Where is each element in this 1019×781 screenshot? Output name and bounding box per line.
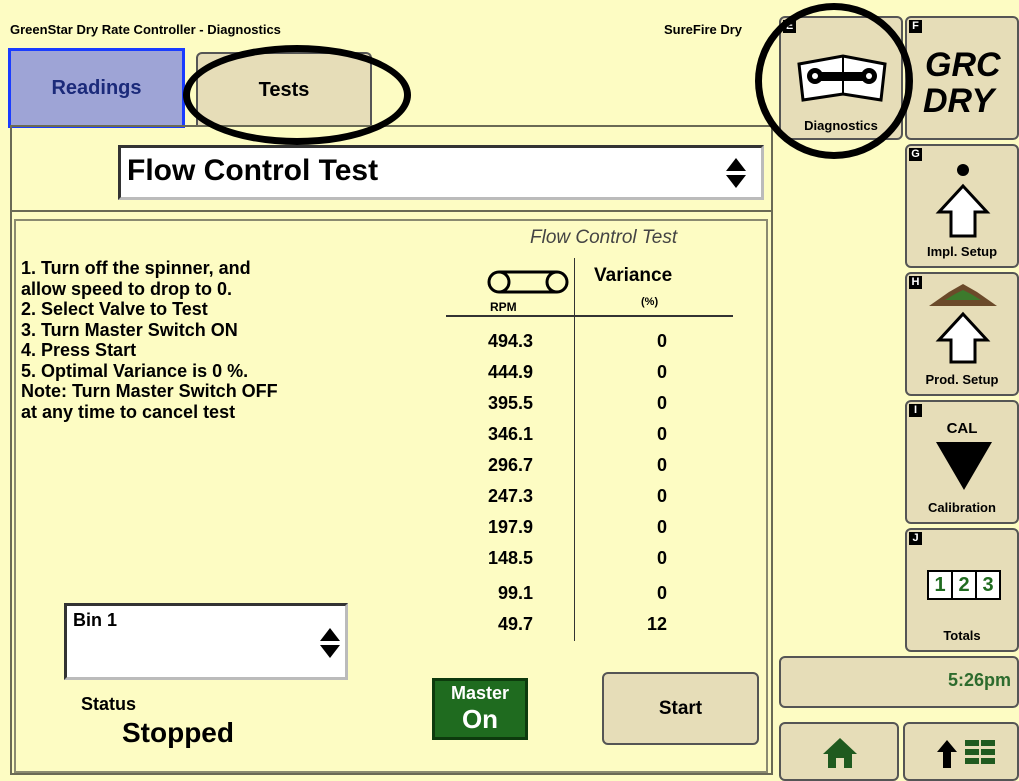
- product-pile-arrow-icon: [929, 284, 997, 364]
- rpm-cell: 247.3: [488, 486, 534, 506]
- tab-readings[interactable]: Readings: [8, 48, 185, 128]
- bin-select-dropdown[interactable]: Bin 1: [64, 603, 348, 680]
- softkey-letter: I: [909, 404, 922, 417]
- clock-display: 5:26pm: [779, 656, 1019, 708]
- rpm-header: RPM: [490, 300, 517, 314]
- softkey-calibration[interactable]: I CAL Calibration: [905, 400, 1019, 524]
- menu-up-icon: [937, 740, 995, 768]
- rpm-cell: 444.9: [488, 362, 534, 382]
- variance-cell: 0: [657, 393, 668, 413]
- instruction-line: Note: Turn Master Switch OFF: [21, 381, 278, 401]
- instructions: 1. Turn off the spinner, and allow speed…: [21, 258, 278, 422]
- start-button[interactable]: Start: [602, 672, 759, 745]
- master-state: On: [461, 704, 499, 734]
- menu-button[interactable]: [903, 722, 1019, 781]
- home-button[interactable]: [779, 722, 899, 781]
- variance-cell: 0: [657, 362, 668, 382]
- softkey-grc-dry[interactable]: F GRC DRY: [905, 16, 1019, 140]
- rpm-cell: 148.5: [488, 548, 534, 568]
- counter-digit: 1: [927, 570, 953, 600]
- instruction-line: allow speed to drop to 0.: [21, 278, 233, 299]
- highlight-circle: [755, 3, 913, 159]
- variance-cell: 12: [647, 614, 668, 634]
- rpm-cell: 49.7: [498, 614, 534, 634]
- softkey-label: Totals: [943, 628, 981, 643]
- softkey-totals[interactable]: J 1 2 3 Totals: [905, 528, 1019, 652]
- bin-select-value: Bin 1: [73, 610, 118, 630]
- grc-logo-line2: DRY: [923, 82, 995, 120]
- softkey-letter: J: [909, 532, 922, 545]
- home-icon: [823, 738, 857, 768]
- instruction-line: 5. Optimal Variance is 0 %.: [21, 360, 249, 381]
- implement-arrow-icon: [935, 164, 991, 238]
- up-down-arrows-icon: [726, 158, 746, 188]
- rpm-cell: 197.9: [488, 517, 534, 537]
- panel-title: Flow Control Test: [530, 227, 678, 248]
- spinner-icon: [487, 270, 569, 294]
- instruction-line: 3. Turn Master Switch ON: [21, 319, 238, 340]
- softkey-label: Calibration: [928, 500, 996, 515]
- softkey-label: Prod. Setup: [925, 372, 999, 387]
- test-select-dropdown[interactable]: Flow Control Test: [118, 145, 764, 200]
- table-divider: [446, 315, 733, 317]
- page-title: GreenStar Dry Rate Controller - Diagnost…: [10, 22, 281, 37]
- variance-unit: (%): [641, 296, 659, 308]
- softkey-label: Impl. Setup: [926, 244, 998, 259]
- divider: [10, 210, 773, 212]
- instruction-line: 4. Press Start: [21, 340, 137, 360]
- instruction-line: 2. Select Valve to Test: [21, 299, 208, 319]
- softkey-letter: G: [909, 148, 922, 161]
- variance-cell: 0: [657, 548, 668, 568]
- status-label: Status: [81, 694, 137, 714]
- variance-header: Variance: [594, 265, 673, 286]
- cal-label: CAL: [946, 420, 978, 437]
- master-label: Master: [450, 683, 510, 703]
- rpm-cell: 395.5: [488, 393, 534, 413]
- variance-cell: 0: [657, 455, 668, 475]
- totals-counter-icon: 1 2 3: [927, 570, 1001, 600]
- table-column-divider: [574, 258, 575, 641]
- master-switch-indicator: Master On: [432, 678, 528, 740]
- variance-cell: 0: [657, 424, 668, 444]
- up-down-arrows-icon: [320, 628, 340, 658]
- status-value: Stopped: [122, 717, 234, 748]
- test-select-value: Flow Control Test: [127, 154, 379, 187]
- softkey-letter: H: [909, 276, 922, 289]
- softkey-letter: F: [909, 20, 922, 33]
- grc-logo-line1: GRC: [925, 46, 1001, 84]
- clock-time: 5:26pm: [947, 670, 1011, 690]
- rpm-cell: 296.7: [488, 455, 534, 475]
- variance-cell: 0: [657, 486, 668, 506]
- softkey-impl-setup[interactable]: G Impl. Setup: [905, 144, 1019, 268]
- screen: GreenStar Dry Rate Controller - Diagnost…: [0, 0, 1019, 781]
- variance-cell: 0: [657, 331, 668, 351]
- rpm-cell: 99.1: [498, 583, 534, 603]
- softkey-prod-setup[interactable]: H Prod. Setup: [905, 272, 1019, 396]
- counter-digit: 2: [953, 570, 977, 600]
- variance-cell: 0: [657, 517, 668, 537]
- rpm-cell: 494.3: [488, 331, 534, 351]
- down-triangle-icon: [936, 442, 992, 490]
- variance-cell: 0: [657, 583, 668, 603]
- counter-digit: 3: [977, 570, 1001, 600]
- rpm-cell: 346.1: [488, 424, 534, 444]
- instruction-line: 1. Turn off the spinner, and: [21, 258, 251, 278]
- instruction-line: at any time to cancel test: [21, 401, 236, 422]
- device-name: SureFire Dry: [664, 22, 743, 37]
- highlight-circle: [183, 45, 411, 145]
